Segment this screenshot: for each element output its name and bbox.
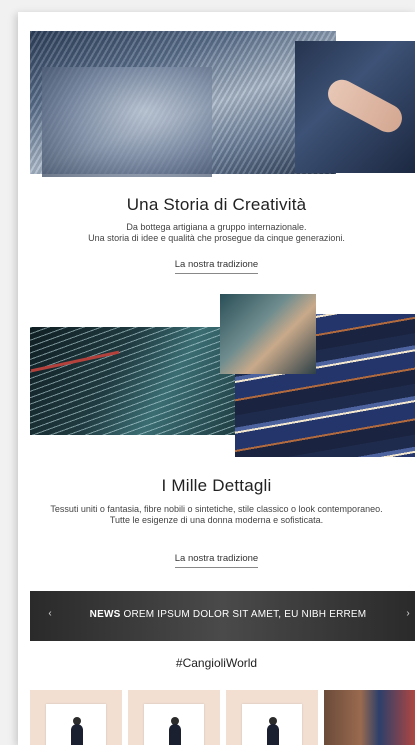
section-two-link-wrapper: La nostra tradizione — [18, 548, 415, 568]
section-two-title: I Mille Dettagli — [161, 476, 272, 495]
section-one-description-line1: Da bottega artigiana a gruppo internazio… — [126, 222, 307, 232]
thumbnail-frame — [242, 704, 302, 745]
social-thumbnail-4[interactable] — [324, 690, 415, 745]
news-ticker-text[interactable]: NEWS OREM IPSUM DOLOR SIT AMET, EU NIBH E… — [58, 609, 398, 620]
social-hashtag-heading: #CangioliWorld — [175, 656, 258, 670]
chevron-right-icon[interactable]: › — [402, 608, 414, 619]
section-one-link[interactable]: La nostra tradizione — [174, 259, 259, 274]
section-one-title: Una Storia di Creatività — [126, 195, 307, 214]
section-two-link[interactable]: La nostra tradizione — [174, 553, 259, 568]
model-figure-shape — [169, 724, 181, 745]
thumbnail-frame — [46, 704, 106, 745]
section-one-description-line2: Una storia di idee e qualità che prosegu… — [88, 233, 345, 243]
social-thumbnail-1[interactable] — [30, 690, 122, 745]
news-label: NEWS — [89, 609, 121, 620]
chevron-left-icon[interactable]: ‹ — [44, 608, 56, 619]
news-headline: OREM IPSUM DOLOR SIT AMET, EU NIBH ERREM — [123, 609, 367, 620]
model-figure-shape — [267, 724, 279, 745]
hero-fabric-drape-image — [42, 67, 212, 177]
social-thumbnail-2[interactable] — [128, 690, 220, 745]
section-one-link-wrapper: La nostra tradizione — [18, 254, 415, 274]
shuttle-image — [220, 294, 316, 374]
page-container: Una Storia di Creatività Da bottega arti… — [18, 12, 415, 745]
model-figure-shape — [71, 724, 83, 745]
social-thumbnail-3[interactable] — [226, 690, 318, 745]
section-two-description: Tessuti uniti o fantasia, fibre nobili o… — [50, 504, 383, 525]
thumbnail-frame — [144, 704, 204, 745]
